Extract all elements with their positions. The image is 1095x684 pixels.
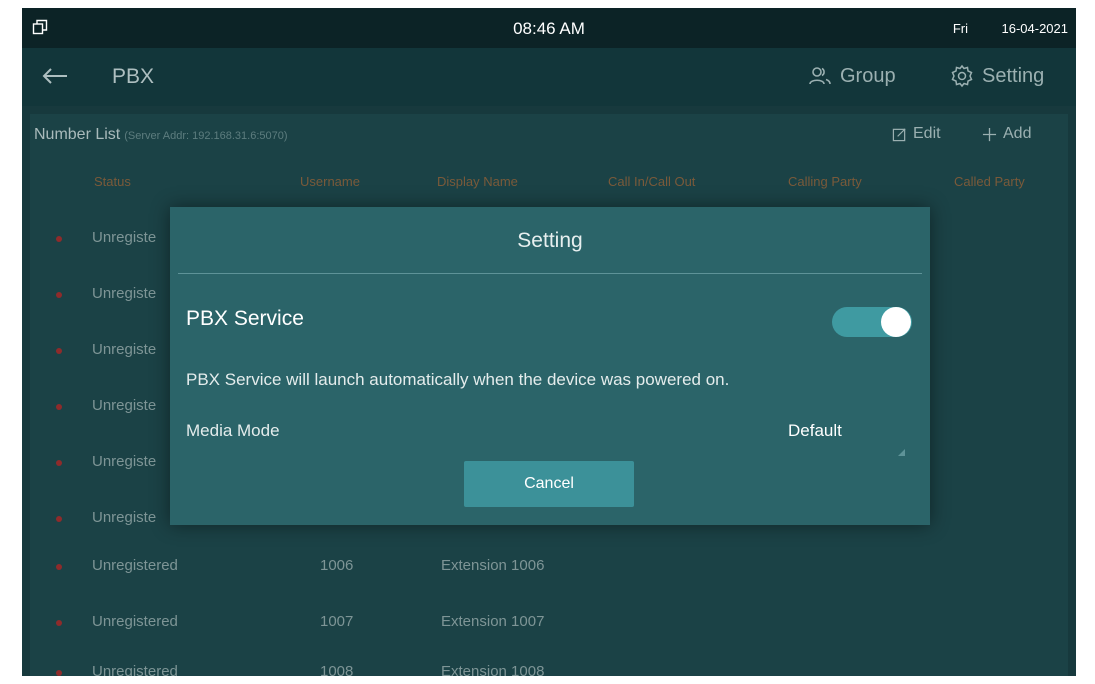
row-status: Unregiste	[92, 229, 157, 246]
row-status: Unregiste	[92, 397, 157, 414]
page-title: PBX	[112, 65, 155, 88]
row-display-name: Extension 1006	[441, 557, 545, 574]
server-address: (Server Addr: 192.168.31.6:5070)	[124, 130, 288, 142]
row-status: Unregiste	[92, 509, 157, 526]
column-header-call-in-out: Call In/Call Out	[608, 174, 696, 189]
number-list-title: Number List	[34, 126, 121, 143]
column-header-display-name: Display Name	[437, 174, 518, 189]
status-dot-icon	[56, 460, 62, 466]
status-dot-icon	[56, 564, 62, 570]
column-header-username: Username	[300, 174, 360, 189]
clock-time: 08:46 AM	[513, 19, 585, 38]
status-dot-icon	[56, 404, 62, 410]
pbx-service-toggle[interactable]	[832, 307, 912, 337]
device-screen: 08:46 AM Fri 16-04-2021 PBX Group Settin…	[22, 8, 1076, 676]
status-dot-icon	[56, 670, 62, 676]
row-status: Unregistered	[92, 663, 178, 676]
group-label: Group	[840, 64, 896, 87]
edit-button[interactable]: Edit	[892, 125, 941, 143]
row-status: Unregistered	[92, 557, 178, 574]
row-status: Unregiste	[92, 341, 157, 358]
column-header-calling-party: Calling Party	[788, 174, 862, 189]
row-username: 1006	[320, 557, 354, 574]
toggle-knob	[881, 307, 911, 337]
row-display-name: Extension 1007	[441, 613, 545, 630]
media-mode-select[interactable]: Default	[788, 421, 842, 441]
setting-button[interactable]: Setting	[950, 61, 1044, 91]
title-bar: PBX Group Setting	[22, 48, 1076, 106]
table-row[interactable]: Unregistered 1007 Extension 1007	[30, 596, 1068, 652]
status-dot-icon	[56, 292, 62, 298]
add-label: Add	[1003, 125, 1032, 142]
status-dot-icon	[56, 516, 62, 522]
group-button[interactable]: Group	[808, 61, 896, 91]
number-list-header: Number List (Server Addr: 192.168.31.6:50…	[34, 126, 288, 144]
back-arrow-icon[interactable]	[40, 63, 70, 89]
table-row[interactable]: Unregistered 1008 Extension 1008	[30, 646, 1068, 676]
column-header-called-party: Called Party	[954, 174, 1025, 189]
row-status: Unregiste	[92, 453, 157, 470]
row-status: Unregiste	[92, 285, 157, 302]
row-status: Unregistered	[92, 613, 178, 630]
dialog-divider	[178, 273, 922, 274]
edit-icon	[892, 127, 906, 141]
setting-dialog: Setting PBX Service PBX Service will lau…	[170, 207, 930, 525]
column-header-status: Status	[94, 174, 131, 189]
clock-day: Fri	[952, 21, 968, 36]
setting-label: Setting	[982, 64, 1045, 87]
add-button[interactable]: Add	[982, 125, 1031, 143]
row-display-name: Extension 1008	[441, 663, 545, 676]
media-mode-label: Media Mode	[186, 421, 280, 440]
edit-label: Edit	[913, 125, 941, 142]
row-username: 1008	[320, 663, 354, 676]
dialog-title: Setting	[517, 229, 583, 252]
pbx-service-description: PBX Service will launch automatically wh…	[186, 370, 730, 389]
row-username: 1007	[320, 613, 354, 630]
status-dot-icon	[56, 620, 62, 626]
clock-date: 16-04-2021	[1001, 21, 1069, 36]
status-bar: 08:46 AM Fri 16-04-2021	[22, 8, 1076, 48]
cancel-button[interactable]: Cancel	[464, 461, 634, 507]
gear-icon	[951, 64, 973, 88]
group-icon	[809, 67, 831, 85]
table-row[interactable]: Unregistered 1006 Extension 1006	[30, 540, 1068, 596]
status-dot-icon	[56, 236, 62, 242]
dropdown-caret-icon	[898, 449, 905, 456]
status-dot-icon	[56, 348, 62, 354]
plus-icon	[982, 127, 997, 141]
pbx-service-label: PBX Service	[186, 307, 304, 330]
